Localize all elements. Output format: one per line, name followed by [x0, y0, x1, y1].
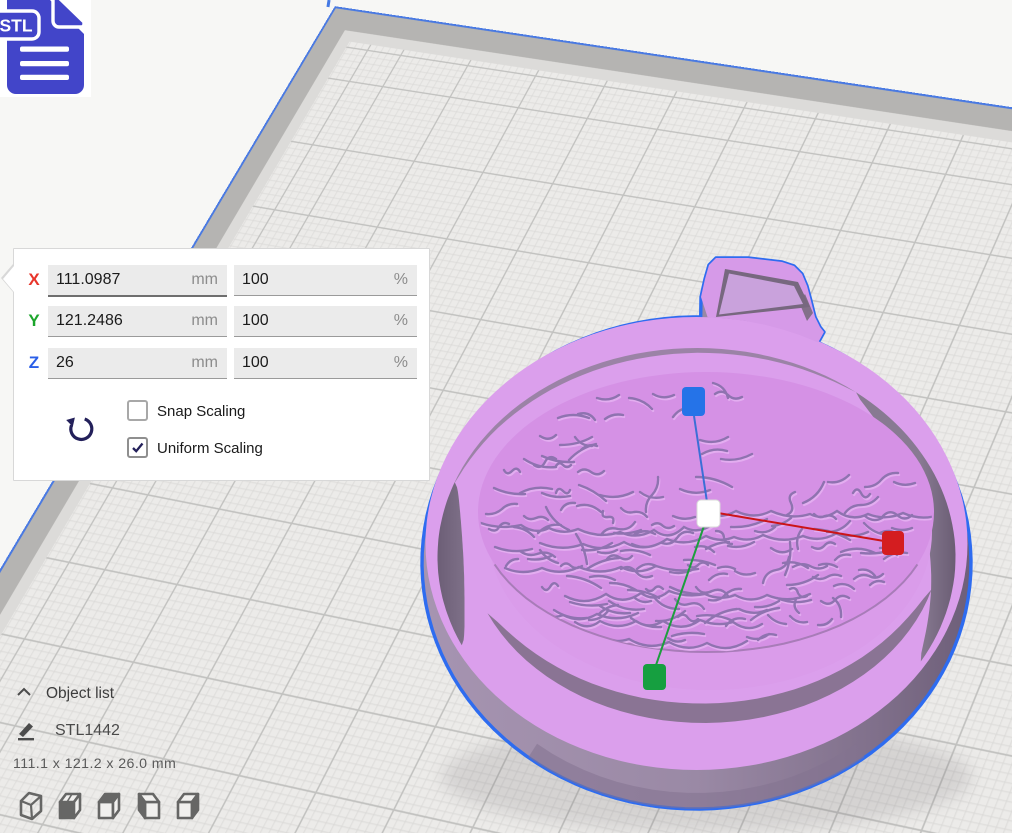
svg-text:STL: STL [0, 16, 33, 36]
